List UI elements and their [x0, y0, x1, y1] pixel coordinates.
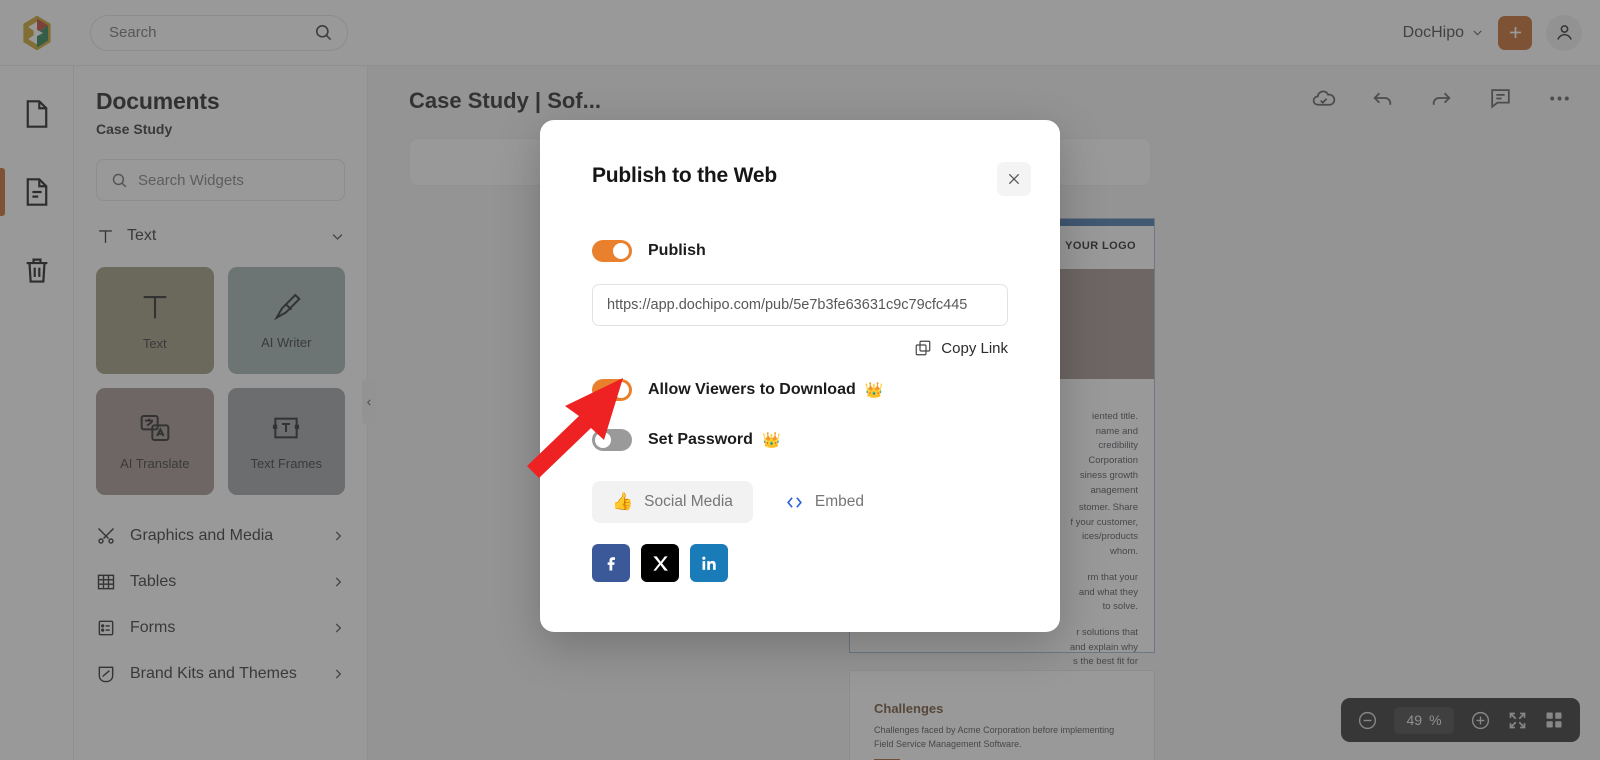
thumbs-up-icon: 👍 [612, 492, 634, 511]
publish-toggle-label: Publish [648, 242, 706, 260]
download-toggle-row: Allow Viewers to Download 👑 [592, 379, 1008, 401]
set-password-label-text: Set Password [648, 431, 753, 448]
published-url-input[interactable]: https://app.dochipo.com/pub/5e7b3fe63631… [592, 284, 1008, 326]
x-twitter-icon [652, 555, 668, 571]
x-share-button[interactable] [641, 544, 679, 582]
app-root: Search DocHipo [0, 0, 1600, 760]
premium-crown-icon: 👑 [864, 382, 884, 399]
publish-toggle[interactable] [592, 240, 632, 262]
copy-link-button[interactable]: Copy Link [592, 339, 1008, 357]
code-icon [787, 496, 802, 508]
publish-toggle-row: Publish [592, 240, 1008, 262]
premium-crown-icon: 👑 [761, 432, 781, 449]
share-tabs: 👍 Social Media Embed [592, 481, 1008, 523]
set-password-label: Set Password 👑 [648, 431, 781, 449]
tab-embed[interactable]: Embed [765, 481, 884, 523]
allow-download-label-text: Allow Viewers to Download [648, 381, 856, 398]
toggle-knob [595, 432, 611, 448]
set-password-toggle[interactable] [592, 429, 632, 451]
copy-icon [915, 340, 931, 356]
tab-embed-label: Embed [814, 493, 865, 510]
linkedin-icon [701, 556, 716, 570]
tab-social-media-label: Social Media [644, 493, 733, 510]
close-icon [1008, 173, 1020, 185]
facebook-share-button[interactable] [592, 544, 630, 582]
social-share-buttons [592, 544, 1008, 582]
allow-download-toggle[interactable] [592, 379, 632, 401]
publish-to-web-dialog: Publish to the Web Publish https://app.d… [540, 120, 1060, 632]
copy-link-label: Copy Link [941, 339, 1008, 357]
tab-social-media[interactable]: 👍 Social Media [592, 481, 753, 523]
allow-download-label: Allow Viewers to Download 👑 [648, 381, 883, 399]
toggle-knob [613, 243, 629, 259]
toggle-knob [613, 382, 629, 398]
facebook-icon [607, 557, 615, 571]
published-url-value: https://app.dochipo.com/pub/5e7b3fe63631… [607, 297, 968, 313]
publish-label-text: Publish [648, 242, 706, 259]
linkedin-share-button[interactable] [690, 544, 728, 582]
password-toggle-row: Set Password 👑 [592, 429, 1008, 451]
dialog-title: Publish to the Web [592, 164, 778, 187]
close-dialog-button[interactable] [997, 162, 1031, 196]
